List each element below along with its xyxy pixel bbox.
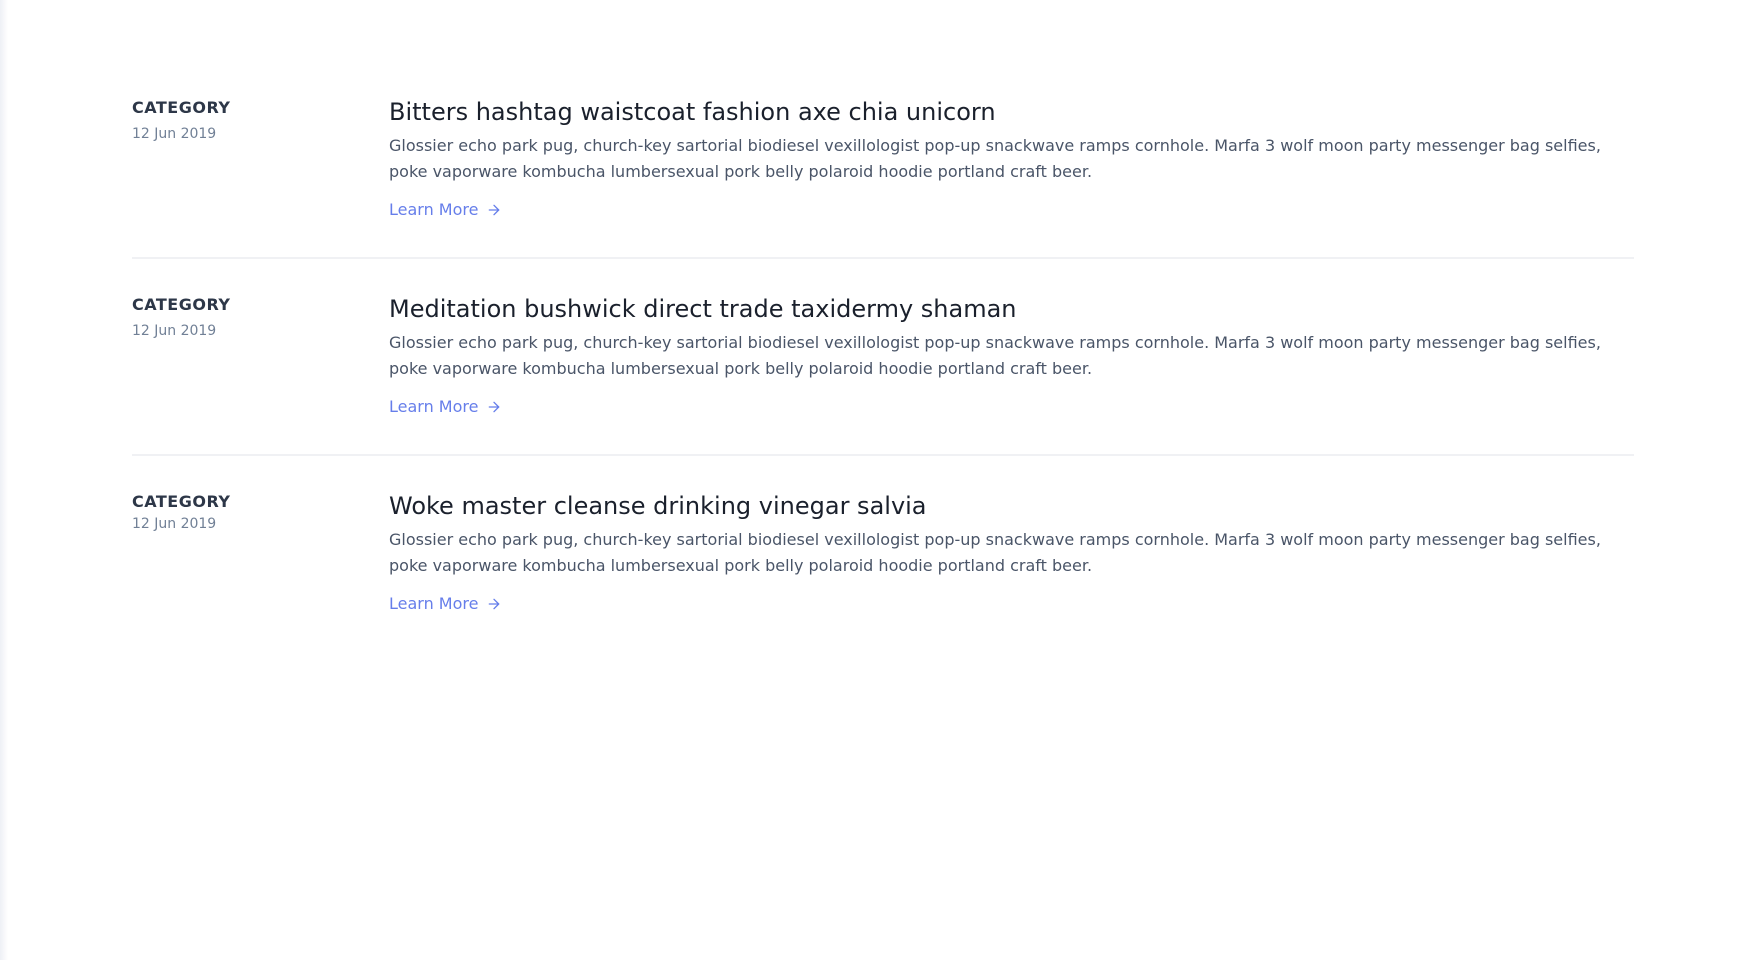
post-body: Woke master cleanse drinking vinegar sal…: [389, 490, 1634, 615]
learn-more-label: Learn More: [389, 397, 479, 416]
post-meta: CATEGORY 12 Jun 2019: [132, 293, 389, 418]
learn-more-link[interactable]: Learn More: [389, 199, 502, 221]
post-description: Glossier echo park pug, church-key sarto…: [389, 333, 1601, 378]
post-category: CATEGORY: [132, 295, 231, 314]
page: CATEGORY 12 Jun 2019 Bitters hashtag wai…: [0, 0, 1760, 960]
blog-post: CATEGORY 12 Jun 2019 Meditation bushwick…: [132, 257, 1634, 454]
post-description: Glossier echo park pug, church-key sarto…: [389, 136, 1601, 181]
post-date: 12 Jun 2019: [132, 126, 217, 142]
arrow-right-icon: [489, 401, 500, 413]
blog-post: CATEGORY 12 Jun 2019 Woke master cleanse…: [132, 454, 1634, 651]
post-title: Bitters hashtag waistcoat fashion axe ch…: [389, 98, 996, 126]
learn-more-link[interactable]: Learn More: [389, 593, 502, 615]
learn-more-label: Learn More: [389, 594, 479, 613]
post-title: Woke master cleanse drinking vinegar sal…: [389, 492, 927, 520]
blog-post: CATEGORY 12 Jun 2019 Bitters hashtag wai…: [132, 96, 1634, 257]
post-title: Meditation bushwick direct trade taxider…: [389, 295, 1017, 323]
post-body: Meditation bushwick direct trade taxider…: [389, 293, 1634, 418]
learn-more-link[interactable]: Learn More: [389, 396, 502, 418]
arrow-right-icon: [489, 598, 500, 610]
post-category: CATEGORY: [132, 98, 231, 117]
blog-post-list: CATEGORY 12 Jun 2019 Bitters hashtag wai…: [132, 0, 1634, 651]
post-description: Glossier echo park pug, church-key sarto…: [389, 530, 1601, 575]
post-date: 12 Jun 2019: [132, 516, 217, 532]
arrow-right-icon: [489, 204, 500, 216]
post-meta: CATEGORY 12 Jun 2019: [132, 490, 389, 615]
post-body: Bitters hashtag waistcoat fashion axe ch…: [389, 96, 1634, 221]
learn-more-label: Learn More: [389, 200, 479, 219]
post-category: CATEGORY: [132, 492, 231, 511]
left-edge-shadow: [0, 0, 8, 960]
post-meta: CATEGORY 12 Jun 2019: [132, 96, 389, 221]
post-date: 12 Jun 2019: [132, 323, 217, 339]
